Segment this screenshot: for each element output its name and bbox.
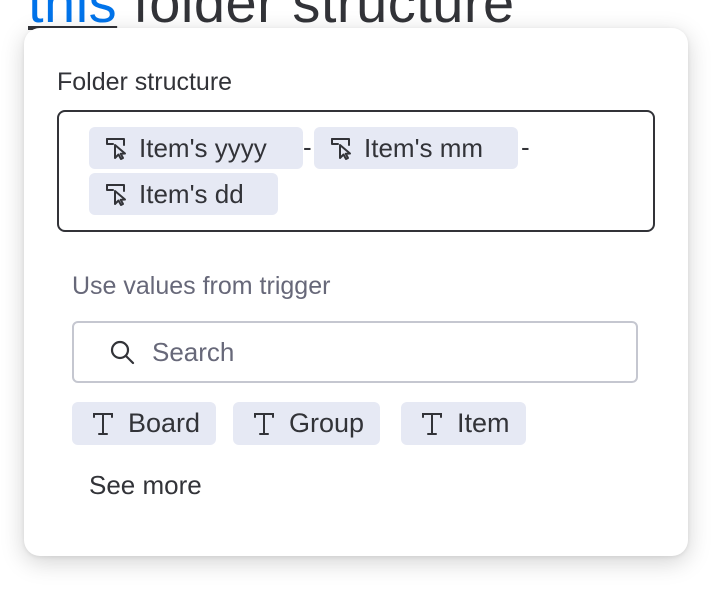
structure-chip[interactable]: Item's mm bbox=[314, 127, 518, 169]
trigger-values-label: Use values from trigger bbox=[72, 272, 331, 300]
trigger-value-item[interactable]: Item bbox=[401, 402, 526, 445]
column-pointer-icon bbox=[103, 134, 131, 162]
search-field[interactable] bbox=[72, 321, 638, 383]
text-type-icon bbox=[251, 410, 277, 438]
chip-label: Item's dd bbox=[139, 178, 244, 209]
search-input[interactable] bbox=[152, 336, 572, 368]
see-more-link[interactable]: See more bbox=[89, 470, 202, 501]
folder-structure-field[interactable]: Item's yyyy - Item's mm - Item's dd bbox=[57, 110, 655, 232]
folder-structure-popover: Folder structure Item's yyyy - Item's mm… bbox=[24, 28, 688, 556]
column-pointer-icon bbox=[328, 134, 356, 162]
folder-structure-label: Folder structure bbox=[57, 68, 233, 96]
trigger-value-board[interactable]: Board bbox=[72, 402, 217, 445]
separator: - bbox=[521, 132, 530, 162]
separator: - bbox=[303, 132, 312, 162]
search-icon bbox=[108, 338, 136, 366]
trigger-value-label: Group bbox=[289, 408, 365, 438]
text-type-icon bbox=[90, 410, 116, 438]
structure-chip[interactable]: Item's yyyy bbox=[89, 127, 303, 169]
text-type-icon bbox=[419, 410, 445, 438]
structure-chip[interactable]: Item's dd bbox=[89, 173, 278, 215]
column-pointer-icon bbox=[103, 180, 131, 208]
chip-label: Item's mm bbox=[364, 132, 484, 163]
trigger-value-label: Item bbox=[457, 408, 510, 438]
trigger-value-label: Board bbox=[128, 408, 201, 438]
trigger-value-group[interactable]: Group bbox=[233, 402, 381, 445]
chip-label: Item's yyyy bbox=[139, 132, 267, 163]
